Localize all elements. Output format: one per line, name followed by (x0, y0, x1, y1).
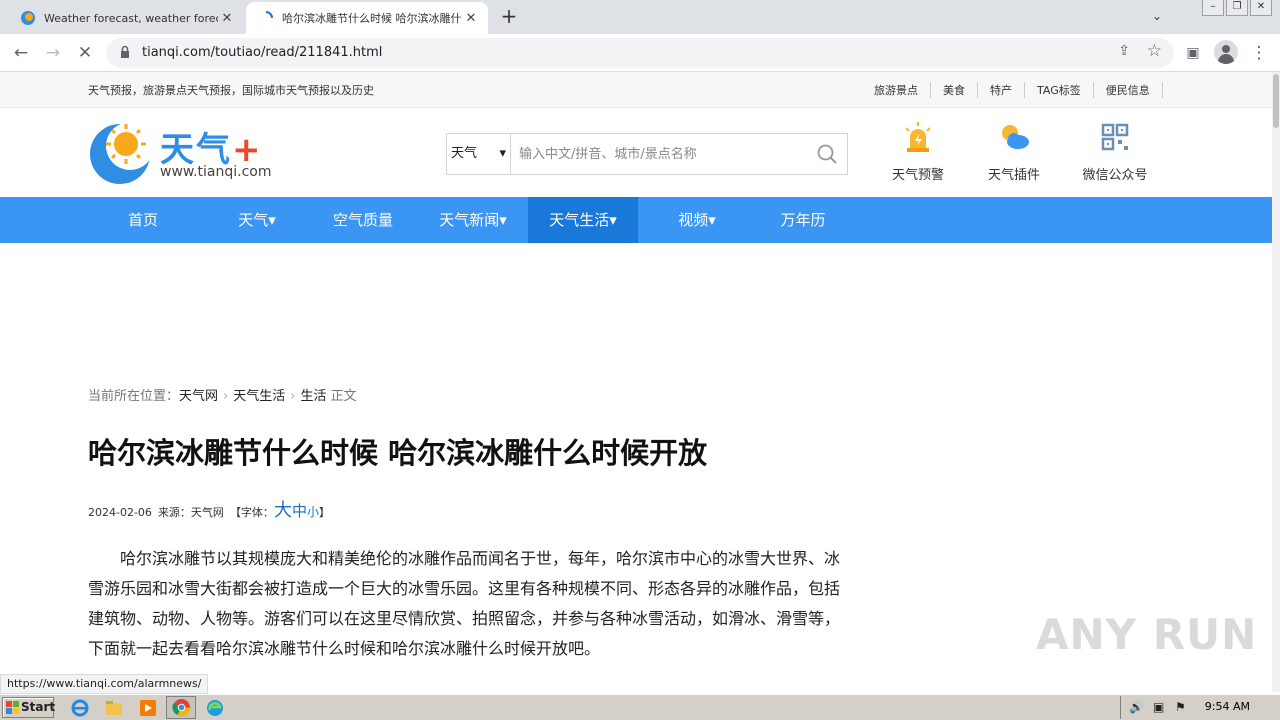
top-link-specialty[interactable]: 特产 (978, 82, 1025, 98)
sun-cloud-icon (1002, 125, 1029, 149)
profile-avatar-icon[interactable] (1214, 40, 1238, 64)
nav-video[interactable]: 视频▾ (642, 197, 752, 243)
internet-explorer-icon[interactable] (70, 698, 90, 718)
close-tab-icon[interactable]: ✕ (218, 11, 236, 26)
loading-spinner-icon (265, 11, 273, 19)
article-date: 2024-02-06 (88, 506, 152, 519)
breadcrumb: 当前所在位置：天气网 › 天气生活 › 生活 正文 (88, 385, 357, 404)
minimize-button[interactable]: – (1202, 0, 1224, 16)
marquee-text: 天气预报，旅游景点天气预报，国际城市天气预报以及历史 (88, 84, 374, 97)
logo-sun-moon-icon (90, 122, 154, 184)
nav-weather-news[interactable]: 天气新闻▾ (418, 197, 528, 243)
network-icon[interactable]: ▣ (1153, 700, 1164, 714)
media-player-icon[interactable] (138, 698, 158, 718)
qr-code-icon (1101, 123, 1129, 151)
nav-weather-life[interactable]: 天气生活▾ (528, 197, 638, 243)
font-size-small-button[interactable]: 小 (307, 505, 319, 519)
browser-tab-1[interactable]: Weather forecast, weather forecast ✕ (8, 2, 244, 34)
nav-weather[interactable]: 天气▾ (202, 197, 312, 243)
restore-button[interactable]: ❐ (1226, 0, 1248, 16)
quick-link-warning[interactable]: 天气预警 (870, 120, 966, 183)
back-arrow-icon[interactable]: ← (10, 42, 32, 64)
browser-tab-title: Weather forecast, weather forecast (44, 11, 218, 25)
start-label: Start (21, 700, 56, 714)
breadcrumb-prefix: 当前所在位置： (88, 389, 180, 404)
site-logo[interactable]: 天气+ www.tianqi.com (88, 120, 288, 186)
file-explorer-icon[interactable] (104, 698, 124, 718)
browser-toolbar: ← → ✕ tianqi.com/toutiao/read/211841.htm… (0, 34, 1280, 72)
flag-notification-icon[interactable]: ⚑ (1175, 700, 1186, 714)
nav-calendar[interactable]: 万年历 (748, 197, 858, 243)
stop-loading-icon[interactable]: ✕ (74, 42, 96, 64)
breadcrumb-suffix: 正文 (330, 389, 357, 404)
clock: 9:54 AM (1204, 700, 1250, 713)
bookmark-star-icon[interactable]: ☆ (1147, 41, 1162, 61)
tab-search-chevron-icon[interactable]: ⌄ (1152, 9, 1162, 23)
close-tab-icon[interactable]: ✕ (462, 11, 480, 26)
search-icon[interactable] (817, 144, 837, 164)
logo-domain: www.tianqi.com (160, 164, 272, 180)
scrollbar-thumb[interactable] (1273, 74, 1279, 128)
breadcrumb-item-category[interactable]: 生活 (300, 389, 326, 404)
search-input[interactable] (513, 135, 813, 173)
browser-tab-bar: Weather forecast, weather forecast ✕ 哈尔滨… (0, 0, 1280, 34)
top-info-strip: 天气预报，旅游景点天气预报，国际城市天气预报以及历史 旅游景点 美食 特产 TA… (0, 72, 1272, 108)
article-body-paragraph: 哈尔滨冰雕节以其规模庞大和精美绝伦的冰雕作品而闻名于世，每年，哈尔滨市中心的冰雪… (88, 549, 841, 658)
article-meta: 2024-02-06 来源：天气网 【字体：大中小】 (88, 496, 330, 522)
breadcrumb-item-home[interactable]: 天气网 (179, 389, 218, 404)
web-page: 天气预报，旅游景点天气预报，国际城市天气预报以及历史 旅游景点 美食 特产 TA… (0, 72, 1272, 692)
top-link-food[interactable]: 美食 (931, 82, 978, 98)
browser-tab-2-active[interactable]: 哈尔滨冰雕节什么时候 哈尔滨冰雕什 ✕ (246, 2, 488, 34)
share-icon[interactable]: ⇪ (1118, 43, 1130, 59)
font-size-medium-button[interactable]: 中 (292, 502, 307, 520)
volume-icon[interactable]: 🔊 (1129, 700, 1144, 714)
address-bar[interactable]: tianqi.com/toutiao/read/211841.html ⇪ ☆ (106, 38, 1174, 68)
search-box: 天气 (446, 133, 848, 175)
status-link-url: https://www.tianqi.com/alarmnews/ (0, 674, 209, 694)
quick-link-label: 天气插件 (987, 168, 1040, 183)
window-controls: – ❐ ✕ (1202, 0, 1272, 16)
chevron-right-icon: › (290, 389, 296, 404)
warning-light-icon (905, 122, 931, 152)
search-type-select[interactable]: 天气 (447, 134, 511, 174)
windows-flag-icon (6, 701, 19, 714)
chrome-icon (172, 698, 191, 717)
tianqi-favicon-icon (21, 11, 35, 25)
windows-taskbar: Start 🔊 ▣ ⚑ 9:54 AM (0, 694, 1280, 720)
main-nav: 首页 天气▾ 空气质量 天气新闻▾ 天气生活▾ 视频▾ 万年历 (0, 197, 1272, 243)
top-link-services[interactable]: 便民信息 (1094, 82, 1163, 98)
font-size-large-button[interactable]: 大 (274, 500, 292, 521)
edge-icon[interactable] (205, 698, 225, 718)
menu-kebab-icon[interactable]: ⋮ (1248, 42, 1270, 64)
breadcrumb-item-life[interactable]: 天气生活 (233, 389, 285, 404)
close-window-button[interactable]: ✕ (1250, 0, 1272, 16)
top-links: 旅游景点 美食 特产 TAG标签 便民信息 (862, 82, 1163, 98)
top-link-scenic[interactable]: 旅游景点 (862, 82, 931, 98)
font-label-close: 】 (318, 506, 330, 519)
anyrun-watermark: ANY RUN (1036, 610, 1258, 659)
side-panel-icon[interactable]: ▣ (1182, 42, 1204, 64)
system-tray: 🔊 ▣ ⚑ 9:54 AM (1120, 696, 1280, 719)
page-scrollbar[interactable] (1272, 72, 1280, 692)
article-title: 哈尔滨冰雕节什么时候 哈尔滨冰雕什么时候开放 (88, 436, 708, 470)
quick-link-label: 天气预警 (891, 168, 944, 183)
forward-arrow-icon[interactable]: → (42, 42, 64, 64)
font-size-control: 【字体：大中小】 (230, 496, 330, 522)
quick-links: 天气预警 天气插件 微信公众号 (870, 120, 1168, 183)
url-text: tianqi.com/toutiao/read/211841.html (142, 45, 383, 60)
chrome-taskbar-button-active[interactable] (166, 696, 196, 719)
browser-tab-title: 哈尔滨冰雕节什么时候 哈尔滨冰雕什 (282, 12, 462, 25)
new-tab-button[interactable]: + (498, 6, 520, 28)
top-link-tags[interactable]: TAG标签 (1025, 82, 1094, 98)
article-source: 来源：天气网 (157, 506, 224, 519)
nav-air-quality[interactable]: 空气质量 (308, 197, 418, 243)
nav-home[interactable]: 首页 (88, 197, 198, 243)
start-button[interactable]: Start (2, 697, 56, 718)
quick-link-label: 微信公众号 (1082, 168, 1148, 183)
font-label: 【字体： (229, 506, 274, 519)
quick-link-wechat[interactable]: 微信公众号 (1062, 120, 1168, 183)
chevron-right-icon: › (223, 389, 229, 404)
lock-icon (121, 45, 129, 58)
quick-link-plugin[interactable]: 天气插件 (966, 120, 1062, 183)
